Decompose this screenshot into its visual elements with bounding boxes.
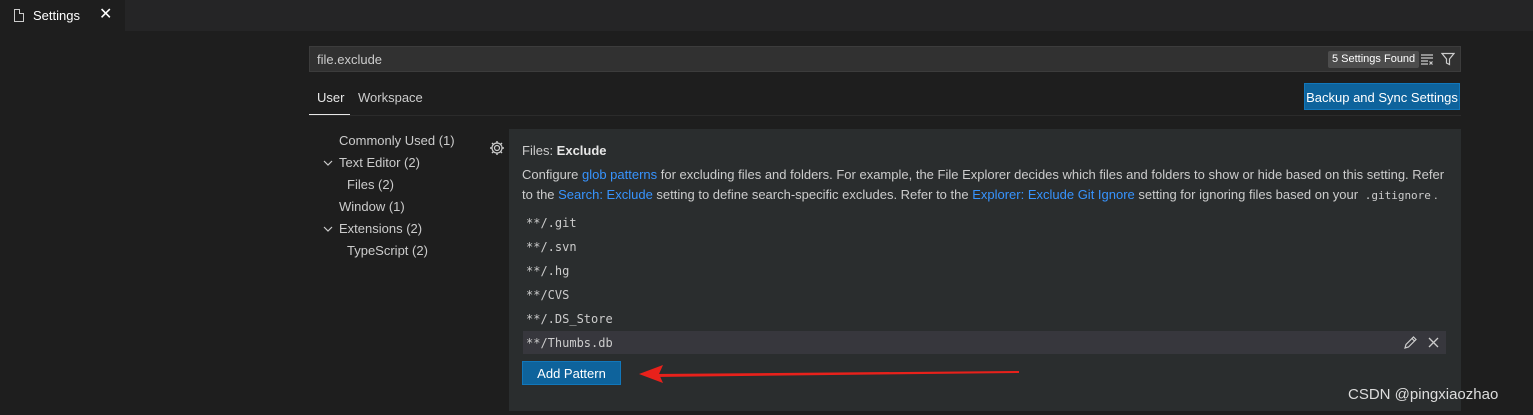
desc-text: .	[1433, 187, 1438, 202]
desc-text: Configure	[522, 167, 582, 182]
toc-item-commonly-used[interactable]: Commonly Used (1)	[339, 133, 455, 148]
add-pattern-button[interactable]: Add Pattern	[522, 361, 621, 385]
pattern-item[interactable]: **/.git	[526, 216, 577, 230]
glob-patterns-link[interactable]: glob patterns	[582, 167, 657, 182]
setting-title: Files: Exclude	[522, 143, 607, 158]
gitignore-code: .gitignore	[1361, 189, 1434, 202]
filter-icon[interactable]	[1441, 52, 1455, 66]
chevron-down-icon[interactable]	[322, 157, 334, 169]
desc-text: setting to define search-specific exclud…	[652, 187, 973, 202]
search-exclude-link[interactable]: Search: Exclude	[558, 187, 653, 202]
file-icon	[14, 9, 24, 22]
watermark: CSDN @pingxiaozhao	[1348, 386, 1499, 403]
tab-workspace[interactable]: Workspace	[358, 90, 423, 105]
tab-title: Settings	[33, 8, 80, 23]
pattern-item[interactable]: **/.svn	[526, 240, 577, 254]
tab-settings[interactable]: Settings ✕	[0, 0, 125, 31]
toc-item-text-editor[interactable]: Text Editor (2)	[339, 155, 420, 170]
desc-text: setting for ignoring files based on your	[1134, 187, 1362, 202]
remove-icon[interactable]	[1427, 336, 1440, 349]
editor-tab-bar: Settings ✕	[0, 0, 1533, 31]
annotation-arrow-icon	[639, 365, 1019, 383]
toc-item-extensions[interactable]: Extensions (2)	[339, 221, 422, 236]
pattern-item[interactable]: **/CVS	[526, 288, 569, 302]
clear-filter-icon[interactable]	[1420, 52, 1434, 66]
gear-icon[interactable]	[489, 140, 505, 156]
pattern-row-hovered[interactable]	[523, 331, 1446, 354]
toc-item-window[interactable]: Window (1)	[339, 199, 405, 214]
chevron-down-icon[interactable]	[322, 223, 334, 235]
pattern-item[interactable]: **/.hg	[526, 264, 569, 278]
tab-user[interactable]: User	[317, 90, 344, 105]
pattern-item[interactable]: **/Thumbs.db	[526, 336, 613, 350]
search-value: file.exclude	[317, 52, 383, 67]
setting-name: Exclude	[556, 143, 607, 158]
setting-description: Configure glob patterns for excluding fi…	[522, 165, 1452, 206]
pattern-item[interactable]: **/.DS_Store	[526, 312, 613, 326]
setting-category: Files:	[522, 143, 557, 158]
toc-item-typescript[interactable]: TypeScript (2)	[347, 243, 428, 258]
settings-search-input[interactable]: file.exclude 5 Settings Found	[309, 46, 1461, 72]
toc-item-files[interactable]: Files (2)	[347, 177, 394, 192]
results-count-badge: 5 Settings Found	[1328, 51, 1420, 68]
backup-sync-button[interactable]: Backup and Sync Settings	[1304, 83, 1460, 110]
close-icon[interactable]: ✕	[99, 6, 112, 24]
scope-divider	[309, 115, 1461, 116]
edit-icon[interactable]	[1403, 335, 1418, 350]
explorer-gitignore-link[interactable]: Explorer: Exclude Git Ignore	[972, 187, 1135, 202]
